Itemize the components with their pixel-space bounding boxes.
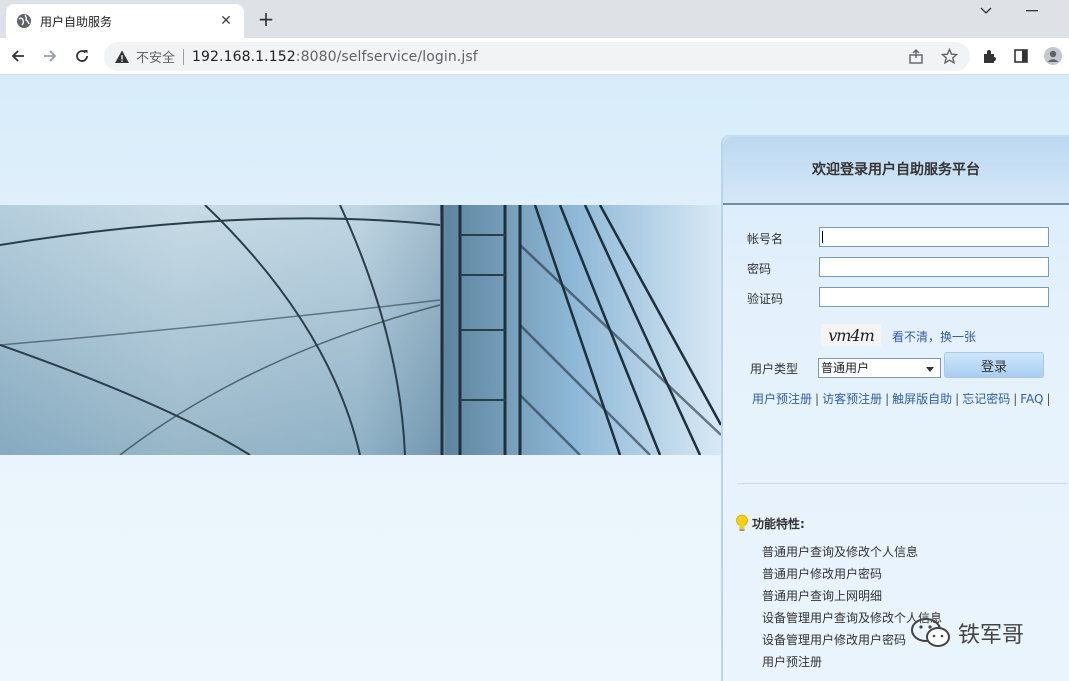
tab-title: 用户自助服务 [40,14,113,29]
login-title: 欢迎登录用户自助服务平台 [812,162,980,178]
refresh-captcha-link[interactable]: 看不清，换一张 [892,328,976,345]
address-bar[interactable]: 不安全 192.168.1.152:8080/selfservice/login… [104,42,970,71]
link-touch-version[interactable]: 触屏版自助 [892,392,952,406]
url-host: 192.168.1.152 [192,48,296,65]
watermark: 铁军哥 [910,616,1024,650]
captcha-label: 验证码 [747,292,784,306]
tab-search-icon[interactable] [978,2,994,20]
password-label: 密码 [747,262,772,276]
page-content: 欢迎登录用户自助服务平台 帐号名 密码 验证码 vm4m 看不清，换一张 用户类… [0,75,1069,681]
link-separator: | [1046,392,1051,406]
url-text: 192.168.1.152:8080/selfservice/login.jsf [192,49,478,65]
link-separator: | [955,392,960,406]
login-panel: 欢迎登录用户自助服务平台 帐号名 密码 验证码 vm4m 看不清，换一张 用户类… [721,135,1069,681]
username-input[interactable] [819,227,1049,247]
back-icon[interactable] [7,45,29,67]
tab-strip: 用户自助服务 ✕ + [0,0,1069,38]
login-panel-header: 欢迎登录用户自助服务平台 [723,137,1069,205]
link-separator: | [885,392,890,406]
bookmark-star-icon[interactable] [941,48,958,65]
link-guest-preregister[interactable]: 访客预注册 [822,392,882,406]
warning-icon[interactable] [114,49,130,65]
browser-toolbar: 不安全 192.168.1.152:8080/selfservice/login… [0,38,1069,75]
password-input[interactable] [819,257,1049,277]
features-title: 功能特性: [752,517,805,531]
login-links: 用户预注册 | 访客预注册 | 触屏版自助 | 忘记密码 | FAQ | [752,390,1054,407]
captcha-image[interactable]: vm4m [821,324,881,346]
link-user-preregister[interactable]: 用户预注册 [752,392,812,406]
extensions-icon[interactable] [979,45,1001,67]
profile-icon[interactable] [1042,45,1064,67]
link-faq[interactable]: FAQ [1020,392,1043,406]
login-button[interactable]: 登录 [944,352,1044,378]
link-forgot-password[interactable]: 忘记密码 [962,392,1010,406]
feature-item: 设备管理用户修改用户密码 [762,633,907,647]
share-icon[interactable] [908,49,924,65]
feature-item: 普通用户修改用户密码 [762,567,883,581]
building-banner [0,205,721,455]
link-separator: | [1013,392,1018,406]
address-separator [183,48,185,65]
user-type-label: 用户类型 [750,362,799,376]
forward-icon[interactable] [39,45,61,67]
insecure-label: 不安全 [136,51,176,66]
feature-item: 普通用户查询及修改个人信息 [762,545,919,559]
link-separator: | [815,392,820,406]
minimize-icon[interactable] [1024,2,1040,20]
user-type-value: 普通用户 [821,361,870,375]
lightbulb-icon [736,514,748,531]
dropdown-arrow-icon [926,367,934,372]
captcha-input[interactable] [819,287,1049,307]
feature-item: 用户预注册 [762,655,823,669]
globe-icon [17,14,31,28]
watermark-text: 铁军哥 [958,623,1025,648]
reload-icon[interactable] [71,45,93,67]
side-panel-icon[interactable] [1010,45,1032,67]
panel-divider [737,483,1067,484]
user-type-select[interactable]: 普通用户 [818,358,941,378]
new-tab-icon[interactable]: + [256,7,276,31]
username-label: 帐号名 [747,232,784,246]
text-cursor [822,231,823,243]
url-path: :8080/selfservice/login.jsf [295,48,478,65]
tab-close-icon[interactable]: ✕ [218,13,234,29]
wechat-icon [911,618,950,647]
feature-item: 普通用户查询上网明细 [762,589,883,603]
browser-tab[interactable]: 用户自助服务 ✕ [6,4,244,38]
